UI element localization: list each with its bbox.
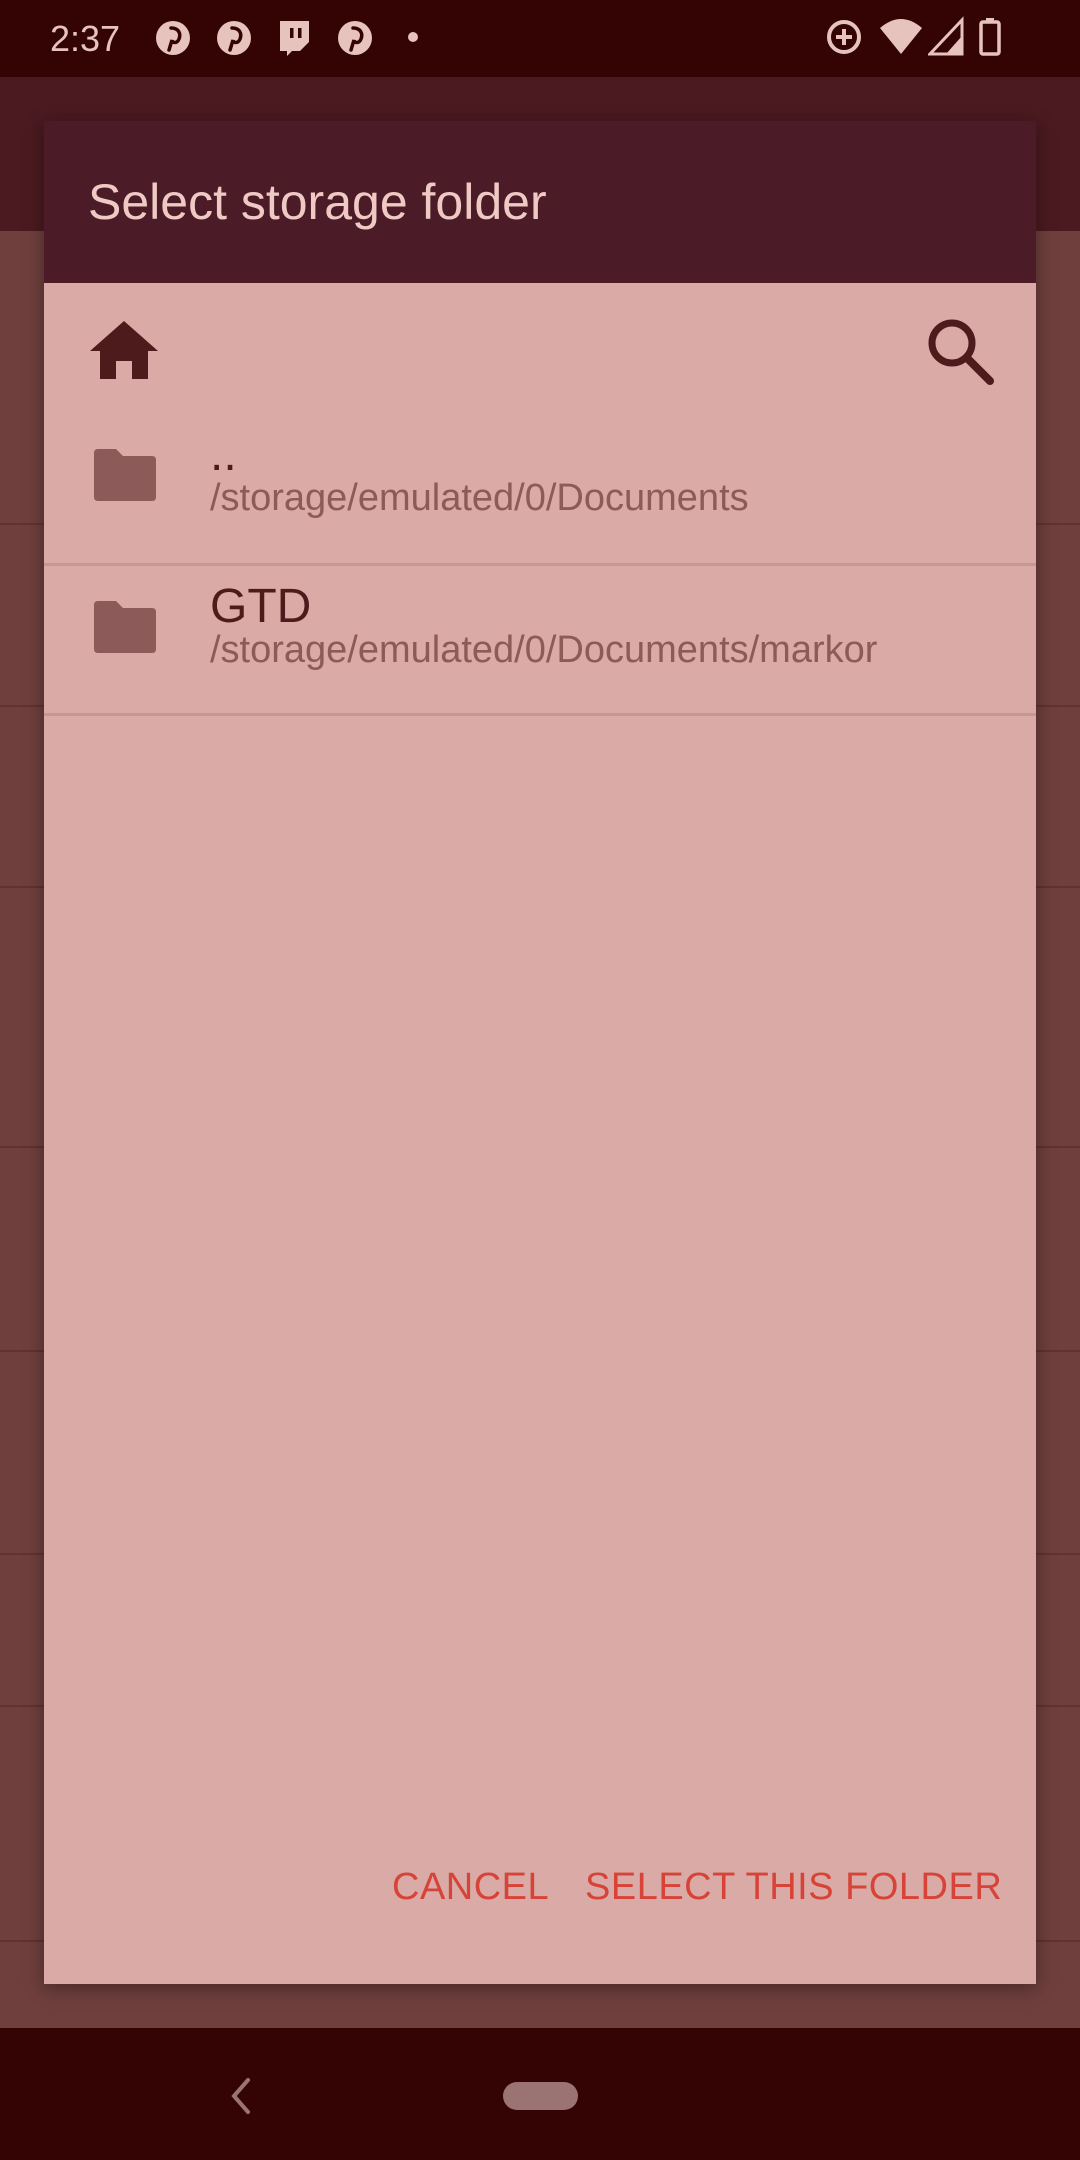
select-this-folder-button[interactable]: SELECT THIS FOLDER: [585, 1866, 1002, 1909]
pinterest-icon: [156, 21, 190, 55]
status-time: 2:37: [50, 18, 121, 59]
folder-name: GTD: [210, 580, 312, 633]
pinterest-icon: [338, 21, 372, 55]
folder-icon: [94, 449, 156, 501]
battery-icon: [979, 18, 1001, 56]
row-divider: [44, 713, 1036, 716]
status-bar: 2:37: [0, 0, 1080, 77]
dialog-title: Select storage folder: [88, 174, 547, 230]
home-handle[interactable]: [503, 2082, 578, 2110]
select-folder-dialog: Select storage folder .. /storage/emulat…: [44, 121, 1036, 1984]
folder-path: /storage/emulated/0/Documents/markor: [210, 629, 878, 671]
folder-icon: [94, 601, 156, 653]
data-saver-icon: [827, 20, 861, 54]
twitch-icon: [280, 21, 309, 56]
search-icon[interactable]: [920, 311, 1000, 391]
wifi-icon: [880, 19, 922, 54]
dot-icon: [408, 32, 418, 42]
folder-path: /storage/emulated/0/Documents: [210, 477, 749, 519]
signal-icon: [928, 16, 964, 56]
folder-list-item[interactable]: GTD /storage/emulated/0/Documents/markor: [44, 563, 1036, 713]
folder-name: ..: [210, 428, 237, 481]
home-icon[interactable]: [84, 311, 164, 391]
folder-list-item[interactable]: .. /storage/emulated/0/Documents: [44, 411, 1036, 561]
back-icon[interactable]: [220, 2072, 260, 2120]
dialog-header: Select storage folder: [44, 121, 1036, 283]
cancel-button[interactable]: CANCEL: [392, 1866, 549, 1909]
pinterest-icon: [217, 21, 251, 55]
